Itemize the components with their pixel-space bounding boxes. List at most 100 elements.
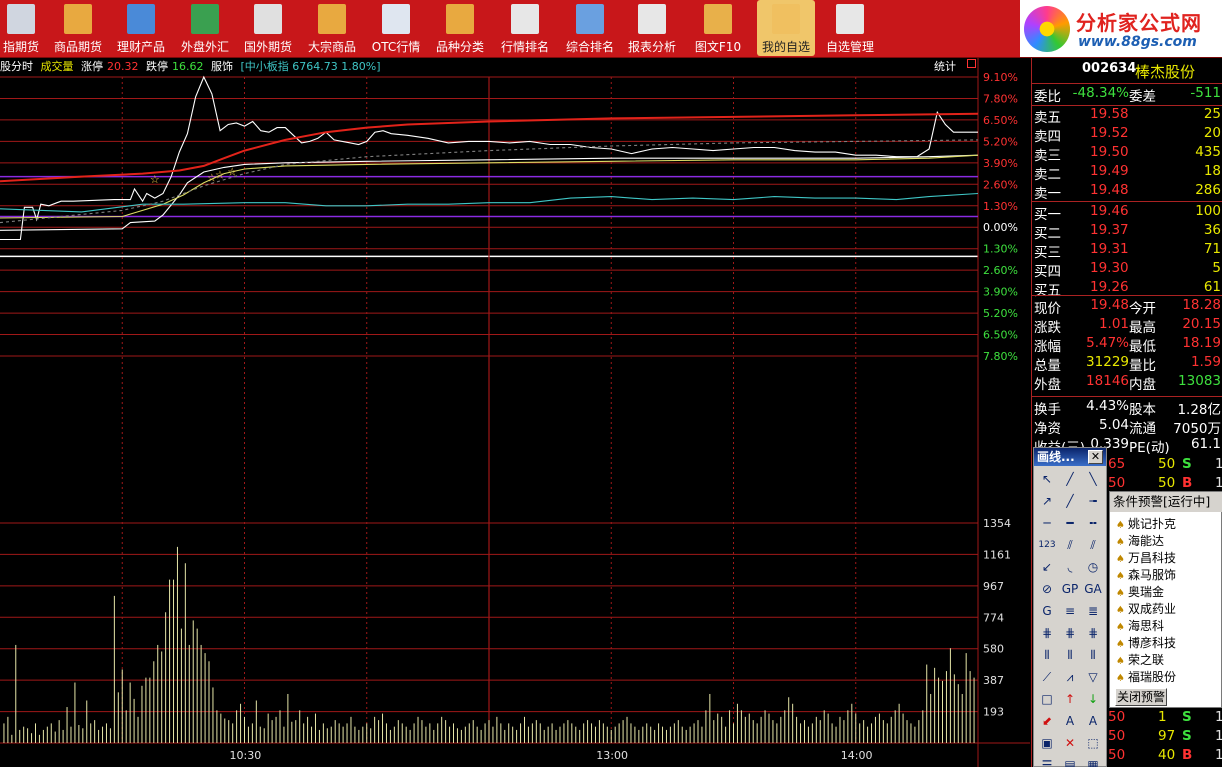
draw-tool-36-icon[interactable]: ▣ — [1037, 734, 1057, 753]
quote-label: 总量 — [1034, 358, 1061, 374]
forex-icon — [191, 4, 219, 34]
draw-tool-25-icon[interactable]: ⦀ — [1060, 646, 1080, 665]
alert-item[interactable]: ♠ 奥瑞金 — [1116, 583, 1221, 600]
draw-tool-22-icon[interactable]: ⋕ — [1060, 624, 1080, 643]
quote-value: 61.1 — [1190, 436, 1221, 452]
toolbar-label: 理财产品 — [116, 40, 165, 54]
draw-tool-19-icon[interactable]: ≡ — [1060, 602, 1080, 621]
draw-tool-7-icon[interactable]: ━ — [1060, 514, 1080, 533]
order-book-row[interactable]: 买二 19.37 36 — [1032, 222, 1222, 242]
alert-item[interactable]: ♠ 万昌科技 — [1116, 549, 1221, 566]
intraday-chart[interactable]: 9.10% 7.80% 6.50% 5.20% 3.90% 2.60% 1.30% 0.00%… — [0, 58, 1030, 767]
toolbar-label: 品种分类 — [435, 40, 484, 54]
draw-tool-5-icon[interactable]: ╼ — [1083, 492, 1103, 511]
draw-tool-4-icon[interactable]: ╱ — [1060, 492, 1080, 511]
toolbar-report-analysis[interactable]: 报表分析 — [624, 0, 680, 56]
toolbar-bulk-commodities[interactable]: 大宗商品 — [304, 0, 360, 56]
draw-tool-38-icon[interactable]: ⬚ — [1083, 734, 1103, 753]
toolbar-index-futures[interactable]: 指期货 — [0, 0, 42, 56]
toolbar-commodity-futures[interactable]: 商品期货 — [50, 0, 106, 56]
draw-tool-37-icon[interactable]: ✕ — [1060, 734, 1080, 753]
alert-bell-icon: ♠ — [1116, 537, 1125, 548]
draw-tool-20-icon[interactable]: ≣ — [1083, 602, 1103, 621]
order-book-row[interactable]: 买一 19.46 100 — [1032, 203, 1222, 223]
signal-star-icon: ☆ — [215, 169, 225, 182]
order-book-row[interactable]: 买三 19.31 71 — [1032, 241, 1222, 261]
close-alert-button[interactable]: 关闭预警 — [1115, 688, 1167, 706]
draw-tool-13-icon[interactable]: ◟ — [1060, 558, 1080, 577]
draw-tool-31-icon[interactable]: ↑ — [1060, 690, 1080, 709]
draw-tool-41-icon[interactable]: ▦ — [1083, 756, 1103, 767]
draw-tool-10-icon[interactable]: ⫽ — [1060, 536, 1080, 555]
alert-item[interactable]: ♠ 森马服饰 — [1116, 566, 1221, 583]
toolbar-foreign-futures[interactable]: 国外期货 — [240, 0, 296, 56]
draw-tool-14-icon[interactable]: ◷ — [1083, 558, 1103, 577]
quote-label: 股本 — [1129, 402, 1156, 418]
draw-tool-28-icon[interactable]: ⩘ — [1060, 668, 1080, 687]
toolbar-f10[interactable]: 图文F10 — [693, 0, 743, 56]
draw-tool-39-icon[interactable]: ☰ — [1037, 756, 1057, 767]
draw-tool-12-icon[interactable]: ↙ — [1037, 558, 1057, 577]
alert-item[interactable]: ♠ 姚记扑克 — [1116, 515, 1221, 532]
draw-tool-9-icon[interactable]: 123 — [1037, 536, 1057, 555]
draw-tool-16-icon[interactable]: GP — [1060, 580, 1080, 599]
toolbar-overall-ranking[interactable]: 综合排名 — [562, 0, 618, 56]
toolbar-quote-ranking[interactable]: 行情排名 — [497, 0, 553, 56]
quote-label: 流通 — [1129, 421, 1156, 437]
draw-tool-35-icon[interactable]: A — [1083, 712, 1103, 731]
order-book-row[interactable]: 卖五 19.58 25 — [1032, 106, 1222, 126]
order-book-row[interactable]: 买四 19.30 5 — [1032, 260, 1222, 280]
toolbar-category[interactable]: 品种分类 — [431, 0, 489, 56]
level-volume: 5 — [1212, 260, 1221, 276]
draw-tool-27-icon[interactable]: ⟋ — [1037, 668, 1057, 687]
quote-label: 最低 — [1129, 339, 1156, 355]
draw-tool-23-icon[interactable]: ⋕ — [1083, 624, 1103, 643]
order-book-row[interactable]: 卖三 19.50 435 — [1032, 144, 1222, 164]
draw-tool-21-icon[interactable]: ⋕ — [1037, 624, 1057, 643]
quote-value: 7050万 — [1173, 421, 1221, 437]
alert-panel-title[interactable]: 条件预警[运行中] — [1110, 492, 1222, 512]
toolbar-watchlist-manage[interactable]: 自选管理 — [821, 0, 879, 56]
draw-tool-6-icon[interactable]: ─ — [1037, 514, 1057, 533]
order-book-row[interactable]: 卖一 19.48 286 — [1032, 182, 1222, 202]
order-book-row[interactable]: 卖二 19.49 18 — [1032, 163, 1222, 183]
quote-value: 5.47% — [1086, 335, 1129, 351]
toolbar-wealth-products[interactable]: 理财产品 — [113, 0, 169, 56]
toolbar-forex[interactable]: 外盘外汇 — [177, 0, 233, 56]
draw-tool-17-icon[interactable]: GA — [1083, 580, 1103, 599]
drawing-toolbar: 画线... ✕ ↖ ╱ ╲ ↗ ╱ ╼ ─ ━ ╍ 123 ⫽ ⫽ ↙ ◟ ◷ ⊘ GP GA G ≡ ≣ ⋕ ⋕ ⋕ ⦀ ⦀ ⦀ ⟋… — [1033, 447, 1107, 767]
alert-item[interactable]: ♠ 双成药业 — [1116, 600, 1221, 617]
divider — [1032, 295, 1222, 296]
draw-tool-15-icon[interactable]: ⊘ — [1037, 580, 1057, 599]
draw-tool-1-icon[interactable]: ╱ — [1060, 470, 1080, 489]
draw-tool-8-icon[interactable]: ╍ — [1083, 514, 1103, 533]
alert-item[interactable]: ♠ 福瑞股份 — [1116, 668, 1221, 685]
alert-item[interactable]: ♠ 博彦科技 — [1116, 634, 1221, 651]
draw-tool-26-icon[interactable]: ⦀ — [1083, 646, 1103, 665]
draw-tool-18-icon[interactable]: G — [1037, 602, 1057, 621]
draw-tool-2-icon[interactable]: ╲ — [1083, 470, 1103, 489]
quote-value: 1.59 — [1190, 354, 1221, 370]
draw-tool-11-icon[interactable]: ⫽ — [1083, 536, 1103, 555]
draw-tool-29-icon[interactable]: ▽ — [1083, 668, 1103, 687]
close-icon[interactable]: ✕ — [1088, 450, 1103, 464]
draw-tool-30-icon[interactable]: □ — [1037, 690, 1057, 709]
draw-tool-32-icon[interactable]: ↓ — [1083, 690, 1103, 709]
quote-ranking-icon — [511, 4, 539, 34]
draw-tool-33-icon[interactable]: ⬋ — [1037, 712, 1057, 731]
toolbar-otc-quotes[interactable]: OTC行情 — [368, 0, 424, 56]
draw-tool-24-icon[interactable]: ⦀ — [1037, 646, 1057, 665]
quote-label: 内盘 — [1129, 377, 1156, 393]
alert-item[interactable]: ♠ 荣之联 — [1116, 651, 1221, 668]
draw-tool-3-icon[interactable]: ↗ — [1037, 492, 1057, 511]
draw-tool-0-icon[interactable]: ↖ — [1037, 470, 1057, 489]
toolbar-my-watchlist[interactable]: 我的自选 — [757, 0, 815, 56]
alert-item[interactable]: ♠ 海能达 — [1116, 532, 1221, 549]
alert-item[interactable]: ♠ 海思科 — [1116, 617, 1221, 634]
volume-tick-label: 580 — [983, 643, 1004, 656]
draw-tool-40-icon[interactable]: ▤ — [1060, 756, 1080, 767]
price-tick-label: 9.10% — [983, 71, 1018, 84]
draw-tool-34-icon[interactable]: A — [1060, 712, 1080, 731]
quote-label: 量比 — [1129, 358, 1156, 374]
order-book-row[interactable]: 卖四 19.52 20 — [1032, 125, 1222, 145]
